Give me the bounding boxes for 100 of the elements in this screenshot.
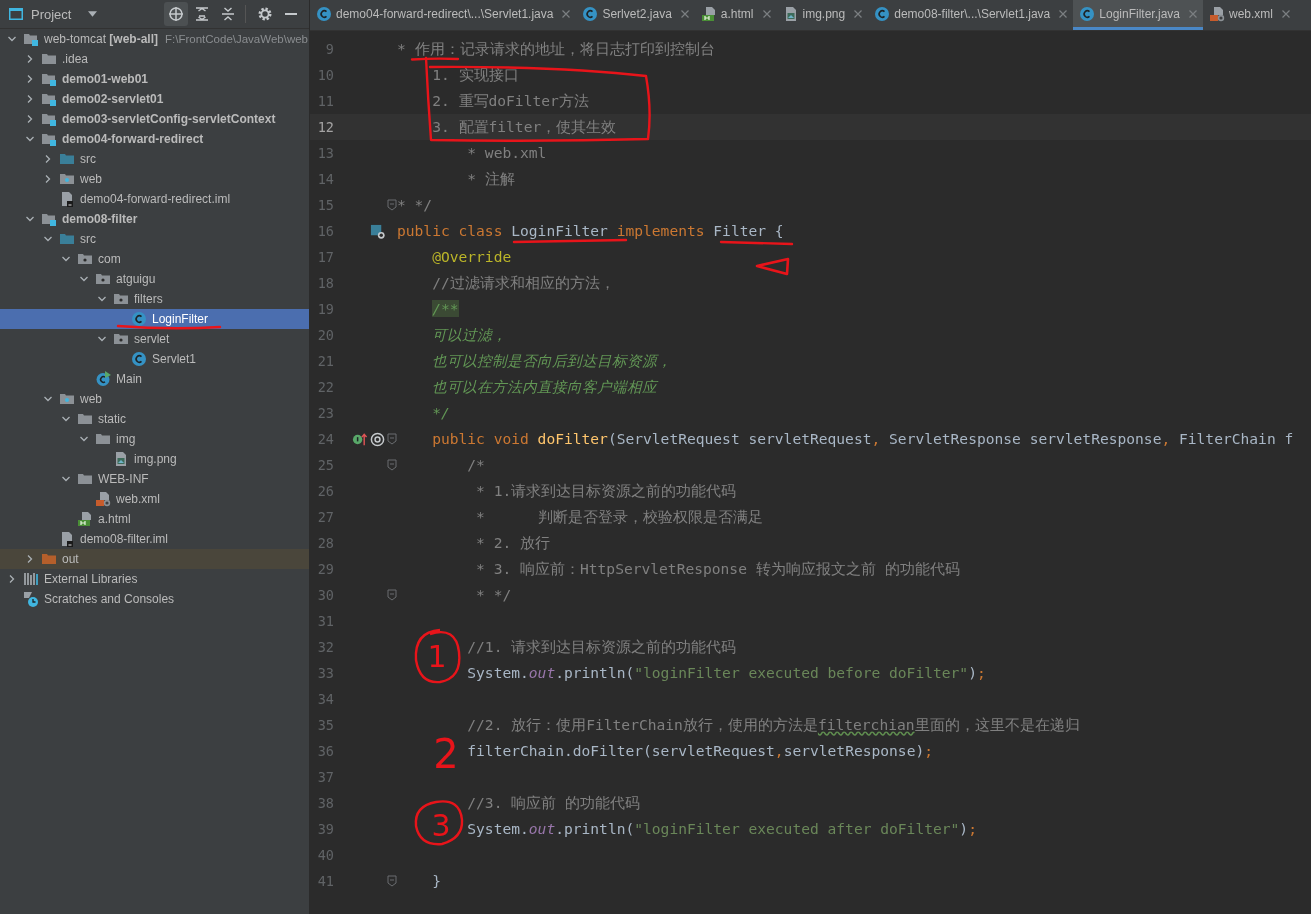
code-line: 3. 配置filter，使其生效	[432, 119, 617, 135]
tree-item[interactable]: web.xml	[0, 489, 309, 509]
editor-tab[interactable]: Serlvet2.java	[576, 0, 695, 30]
code-line: * 3. 响应前：HttpServletResponse 转为响应报文之前 的功能代码	[476, 561, 960, 577]
class-web-icon[interactable]	[370, 223, 385, 239]
chevron-right-icon[interactable]	[7, 574, 17, 584]
editor-tab[interactable]: demo08-filter\...\Servlet1.java	[868, 0, 1074, 30]
line-number: 36	[316, 743, 334, 759]
tree-item[interactable]: web	[0, 169, 309, 189]
line-number: 19	[316, 301, 334, 317]
chevron-right-icon[interactable]	[25, 94, 35, 104]
tree-item[interactable]: static	[0, 409, 309, 429]
tree-item[interactable]: demo04-forward-redirect	[0, 129, 309, 149]
editor-tab[interactable]: a.html	[694, 0, 777, 30]
close-icon[interactable]	[761, 8, 772, 19]
fold-icon[interactable]	[387, 589, 397, 601]
close-icon[interactable]	[679, 8, 690, 19]
line-number: 24	[316, 431, 334, 447]
fold-icon[interactable]	[387, 433, 397, 445]
chevron-down-icon[interactable]	[61, 254, 71, 264]
code-line: //过滤请求和相应的方法，	[432, 275, 615, 291]
chevron-down-icon[interactable]	[97, 294, 107, 304]
line-number: 27	[316, 509, 334, 525]
runnable-class-icon	[95, 371, 111, 387]
chevron-down-icon[interactable]	[25, 134, 35, 144]
editor-tab[interactable]: LoginFilter.java	[1073, 0, 1203, 30]
chevron-down-icon[interactable]	[61, 414, 71, 424]
tree-item[interactable]: .idea	[0, 49, 309, 69]
tree-item[interactable]: servlet	[0, 329, 309, 349]
tree-item[interactable]: img.png	[0, 449, 309, 469]
chevron-down-icon[interactable]	[97, 334, 107, 344]
triangle-mark	[755, 257, 790, 276]
editor-tab[interactable]: img.png	[776, 0, 869, 30]
chevron-right-icon[interactable]	[25, 554, 35, 564]
tree-item[interactable]: External Libraries	[0, 569, 309, 589]
tree-item[interactable]: demo02-servlet01	[0, 89, 309, 109]
code-line: //3. 响应前 的功能代码	[467, 795, 640, 811]
tree-item[interactable]: LoginFilter	[0, 309, 309, 329]
line-number: 30	[316, 587, 334, 603]
underline-mark	[410, 57, 460, 61]
chevron-down-icon[interactable]	[79, 274, 89, 284]
tree-item[interactable]: out	[0, 549, 309, 569]
close-icon[interactable]	[561, 8, 572, 19]
fold-icon[interactable]	[387, 199, 397, 211]
chevron-down-icon[interactable]	[7, 34, 17, 44]
tree-item[interactable]: a.html	[0, 509, 309, 529]
chevron-down-icon[interactable]	[43, 394, 53, 404]
folder-icon	[77, 411, 93, 427]
close-icon[interactable]	[853, 8, 864, 19]
tree-item[interactable]: demo08-filter	[0, 209, 309, 229]
tree-item[interactable]: src	[0, 229, 309, 249]
chevron-right-icon[interactable]	[25, 74, 35, 84]
package-icon	[113, 331, 129, 347]
locate-button[interactable]	[164, 2, 188, 26]
line-number: 11	[316, 93, 334, 109]
tree-item[interactable]: filters	[0, 289, 309, 309]
tree-item[interactable]: web-tomcat [web-all] F:\FrontCode\JavaWeb\web	[0, 29, 309, 49]
tree-item[interactable]: Main	[0, 369, 309, 389]
tree-item[interactable]: Scratches and Consoles	[0, 589, 309, 609]
fold-icon[interactable]	[387, 459, 397, 471]
library-icon	[23, 571, 39, 587]
tree-item[interactable]: demo03-servletConfig-servletContext	[0, 109, 309, 129]
line-number: 13	[316, 145, 334, 161]
package-icon	[95, 271, 111, 287]
xml-file-icon	[1209, 5, 1225, 22]
tree-item[interactable]: web	[0, 389, 309, 409]
fold-icon[interactable]	[387, 875, 397, 887]
project-view-dropdown[interactable]: Project	[8, 6, 98, 22]
line-number: 18	[316, 275, 334, 291]
close-icon[interactable]	[1281, 8, 1291, 19]
chevron-down-icon[interactable]	[79, 434, 89, 444]
scratches-icon	[23, 591, 39, 607]
chevron-down-icon[interactable]	[43, 234, 53, 244]
tree-item[interactable]: com	[0, 249, 309, 269]
tree-item[interactable]: Servlet1	[0, 349, 309, 369]
chevron-right-icon[interactable]	[43, 174, 53, 184]
tree-item[interactable]: demo08-filter.iml	[0, 529, 309, 549]
expand-all-icon	[194, 6, 210, 22]
code-line: System.out.println("loginFilter executed after doFilter");	[467, 821, 977, 837]
code-line: * 作用：记录请求的地址，将日志打印到控制台	[397, 41, 715, 57]
tree-item[interactable]: src	[0, 149, 309, 169]
editor-tab[interactable]: demo04-forward-redirect\...\Servlet1.java	[310, 0, 577, 30]
tree-item[interactable]: WEB-INF	[0, 469, 309, 489]
line-number: 41	[316, 873, 334, 889]
tree-item[interactable]: demo04-forward-redirect.iml	[0, 189, 309, 209]
chevron-right-icon[interactable]	[25, 54, 35, 64]
folder-icon	[41, 51, 57, 67]
close-icon[interactable]	[1058, 8, 1069, 19]
line-number: 12	[316, 119, 334, 135]
module-folder-icon	[23, 31, 39, 47]
tree-item[interactable]: demo01-web01	[0, 69, 309, 89]
implements-icon[interactable]	[352, 431, 367, 447]
chevron-right-icon[interactable]	[25, 114, 35, 124]
chevron-right-icon[interactable]	[43, 154, 53, 164]
tree-item[interactable]: atguigu	[0, 269, 309, 289]
chevron-down-icon[interactable]	[61, 474, 71, 484]
editor-tab[interactable]: web.xml	[1203, 0, 1296, 30]
chevron-down-icon[interactable]	[25, 214, 35, 224]
line-number: 37	[316, 769, 334, 785]
tree-item[interactable]: img	[0, 429, 309, 449]
